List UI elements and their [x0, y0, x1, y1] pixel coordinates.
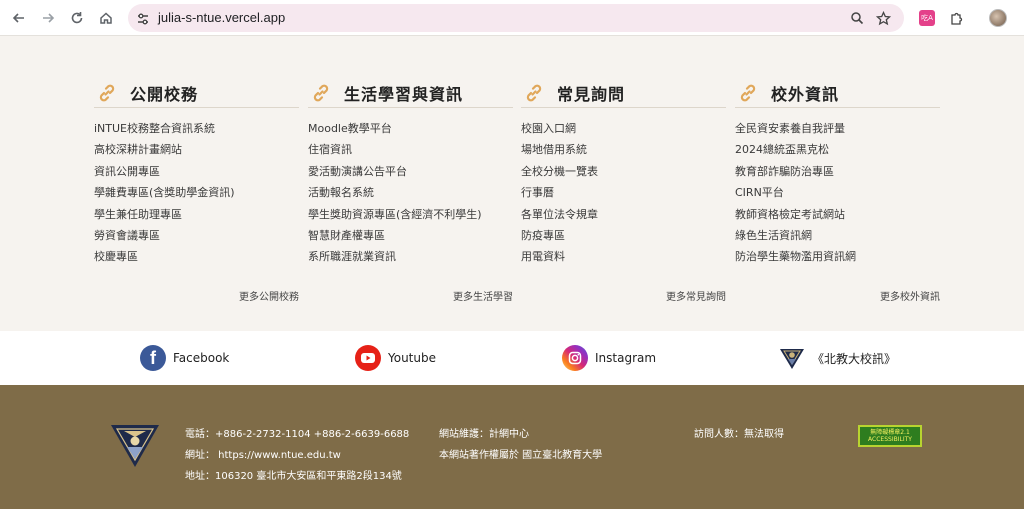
footer-website[interactable]: 網址： https://www.ntue.edu.tw	[185, 446, 341, 461]
column-header: 生活學習與資訊	[308, 78, 513, 108]
link-item[interactable]: 各單位法令規章	[521, 204, 726, 225]
profile-avatar[interactable]	[988, 8, 1008, 28]
site-settings-icon[interactable]	[136, 11, 150, 25]
browser-toolbar: julia-s-ntue.vercel.app 吃A	[0, 0, 1024, 36]
more-faq-link[interactable]: 更多常見詢問	[521, 288, 726, 303]
more-external-info-link[interactable]: 更多校外資訊	[735, 288, 940, 303]
link-item[interactable]: 用電資料	[521, 246, 726, 267]
more-life-learning-link[interactable]: 更多生活學習	[308, 288, 513, 303]
link-item[interactable]: 防治學生藥物濫用資訊網	[735, 246, 940, 267]
column-header: 常見詢問	[521, 78, 726, 108]
badge-line-1: 無障礙標章2.1	[870, 429, 910, 436]
footer-links-section: 公開校務 iNTUE校務整合資訊系統 高校深耕計畫網站 資訊公開專區 學雜費專區…	[0, 36, 1024, 331]
column-header: 公開校務	[94, 78, 299, 108]
footer-copyright: 本網站著作權屬於 國立臺北教育大學	[439, 450, 603, 461]
link-item[interactable]: 高校深耕計畫網站	[94, 139, 299, 160]
link-item[interactable]: 住宿資訊	[308, 139, 513, 160]
footer-phone: 電話：+886-2-2732-1104 +886-2-6639-6688	[185, 429, 410, 440]
link-item[interactable]: 防疫專區	[521, 225, 726, 246]
footer-visitor-count: 訪問人數：無法取得	[694, 429, 784, 440]
site-footer: 電話：+886-2-2732-1104 +886-2-6639-6688 網址：…	[0, 385, 1024, 509]
instagram-label: Instagram	[595, 351, 657, 365]
column-external-info: 校外資訊 全民資安素養自我評量 2024總統盃黑克松 教育部詐騙防治專區 CIR…	[735, 78, 940, 268]
instagram-link[interactable]: Instagram	[562, 345, 656, 371]
link-item[interactable]: 學雜費專區(含獎助學金資訊)	[94, 182, 299, 203]
bookmark-star-icon[interactable]	[874, 9, 892, 27]
forward-icon[interactable]	[37, 7, 59, 29]
reload-icon[interactable]	[66, 7, 88, 29]
facebook-label: Facebook	[173, 351, 230, 365]
youtube-link[interactable]: Youtube	[355, 345, 436, 371]
back-icon[interactable]	[8, 7, 30, 29]
link-item[interactable]: 智慧財產權專區	[308, 225, 513, 246]
facebook-icon: f	[140, 345, 166, 371]
instagram-icon	[562, 345, 588, 371]
link-item[interactable]: 愛活動演講公告平台	[308, 161, 513, 182]
link-item[interactable]: 全民資安素養自我評量	[735, 118, 940, 139]
link-item[interactable]: 行事曆	[521, 182, 726, 203]
link-item[interactable]: 教育部詐騙防治專區	[735, 161, 940, 182]
column-life-learning: 生活學習與資訊 Moodle教學平台 住宿資訊 愛活動演講公告平台 活動報名系統…	[308, 78, 513, 268]
column-header: 校外資訊	[735, 78, 940, 108]
link-item[interactable]: 教師資格檢定考試網站	[735, 204, 940, 225]
link-item[interactable]: 場地借用系統	[521, 139, 726, 160]
link-item[interactable]: 綠色生活資訊網	[735, 225, 940, 246]
link-chain-icon	[740, 84, 756, 101]
link-list: Moodle教學平台 住宿資訊 愛活動演講公告平台 活動報名系統 學生獎助資源專…	[308, 118, 513, 268]
ntue-news-label: 《北教大校訊》	[812, 351, 897, 366]
link-item[interactable]: CIRN平台	[735, 182, 940, 203]
column-title: 校外資訊	[771, 84, 840, 104]
url-text[interactable]: julia-s-ntue.vercel.app	[158, 10, 285, 25]
youtube-label: Youtube	[388, 351, 436, 365]
column-public-affairs: 公開校務 iNTUE校務整合資訊系統 高校深耕計畫網站 資訊公開專區 學雜費專區…	[94, 78, 299, 268]
link-chain-icon	[313, 84, 329, 101]
link-item[interactable]: 校園入口網	[521, 118, 726, 139]
link-item[interactable]: 資訊公開專區	[94, 161, 299, 182]
link-list: 全民資安素養自我評量 2024總統盃黑克松 教育部詐騙防治專區 CIRN平台 教…	[735, 118, 940, 268]
column-title: 常見詢問	[557, 84, 626, 104]
footer-address: 地址：106320 臺北市大安區和平東路2段134號	[185, 471, 402, 482]
ntue-news-link[interactable]: 《北教大校訊》	[779, 345, 896, 371]
social-links-bar: f Facebook Youtube Instagram 《北教大校訊》	[0, 331, 1024, 385]
link-item[interactable]: Moodle教學平台	[308, 118, 513, 139]
link-list: iNTUE校務整合資訊系統 高校深耕計畫網站 資訊公開專區 學雜費專區(含獎助學…	[94, 118, 299, 268]
link-item[interactable]: 活動報名系統	[308, 182, 513, 203]
link-chain-icon	[526, 84, 542, 101]
extension-icon[interactable]: 吃A	[917, 8, 937, 28]
youtube-icon	[355, 345, 381, 371]
link-item[interactable]: iNTUE校務整合資訊系統	[94, 118, 299, 139]
more-public-affairs-link[interactable]: 更多公開校務	[94, 288, 299, 303]
link-item[interactable]: 系所職涯就業資訊	[308, 246, 513, 267]
column-title: 公開校務	[130, 84, 199, 104]
facebook-link[interactable]: f Facebook	[140, 345, 229, 371]
column-title: 生活學習與資訊	[344, 84, 464, 104]
link-item[interactable]: 學生獎助資源專區(含經濟不利學生)	[308, 204, 513, 225]
column-faq: 常見詢問 校園入口網 場地借用系統 全校分機一覽表 行事曆 各單位法令規章 防疫…	[521, 78, 726, 268]
address-bar[interactable]: julia-s-ntue.vercel.app	[128, 4, 904, 32]
link-item[interactable]: 2024總統盃黑克松	[735, 139, 940, 160]
badge-line-2: ACCESSIBILITY	[868, 436, 912, 443]
link-chain-icon	[99, 84, 115, 101]
footer-maintainer: 網站維護：計網中心	[439, 429, 529, 440]
link-item[interactable]: 勞資會議專區	[94, 225, 299, 246]
ntue-logo	[111, 425, 159, 467]
link-item[interactable]: 學生兼任助理專區	[94, 204, 299, 225]
extension-badge: 吃A	[919, 10, 935, 26]
link-item[interactable]: 校慶專區	[94, 246, 299, 267]
extensions-puzzle-icon[interactable]	[946, 8, 966, 28]
ntue-news-logo-icon	[780, 349, 804, 369]
link-list: 校園入口網 場地借用系統 全校分機一覽表 行事曆 各單位法令規章 防疫專區 用電…	[521, 118, 726, 268]
zoom-icon[interactable]	[848, 9, 866, 27]
accessibility-badge[interactable]: 無障礙標章2.1 ACCESSIBILITY	[858, 425, 922, 447]
link-item[interactable]: 全校分機一覽表	[521, 161, 726, 182]
home-icon[interactable]	[95, 7, 117, 29]
